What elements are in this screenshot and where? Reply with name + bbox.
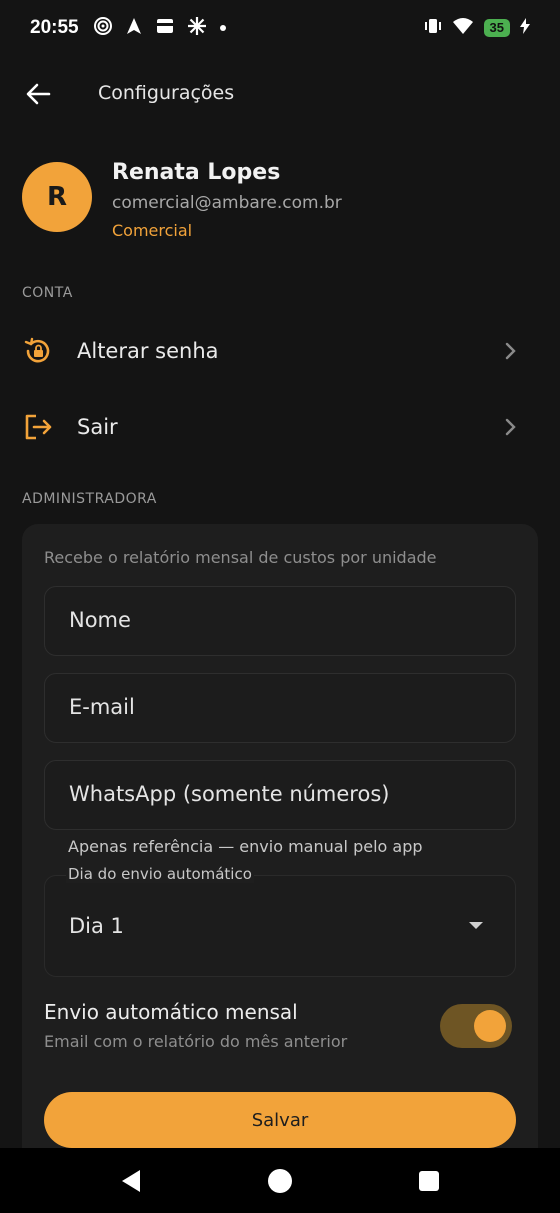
auto-send-toggle[interactable] bbox=[440, 1004, 512, 1048]
change-password-item[interactable]: Alterar senha bbox=[0, 316, 560, 386]
toggle-knob bbox=[474, 1010, 506, 1042]
arrow-left-icon bbox=[26, 83, 51, 105]
chevron-right-icon bbox=[500, 341, 520, 361]
system-nav-bar bbox=[0, 1148, 560, 1213]
sparkle-icon bbox=[187, 16, 207, 41]
battery-icon: 35 bbox=[483, 19, 510, 37]
auto-send-title: Envio automático mensal bbox=[44, 1000, 298, 1024]
nav-back-button[interactable] bbox=[118, 1168, 144, 1194]
chevron-right-icon bbox=[500, 417, 520, 437]
whatsapp-field[interactable]: WhatsApp (somente números) bbox=[44, 760, 516, 830]
send-day-value: Dia 1 bbox=[69, 914, 124, 938]
square-recents-icon bbox=[419, 1171, 439, 1191]
whatsapp-placeholder: WhatsApp (somente números) bbox=[69, 782, 390, 806]
email-placeholder: E-mail bbox=[69, 695, 135, 719]
profile-email: comercial@ambare.com.br bbox=[112, 193, 342, 213]
avatar: R bbox=[22, 162, 92, 232]
wireless-signal-icon bbox=[93, 16, 113, 41]
status-time: 20:55 bbox=[30, 17, 79, 38]
dropdown-arrow-icon bbox=[469, 922, 483, 929]
email-field[interactable]: E-mail bbox=[44, 673, 516, 743]
navigation-icon bbox=[125, 17, 143, 40]
circle-home-icon bbox=[268, 1169, 292, 1193]
status-icons-left bbox=[93, 16, 227, 41]
vibrate-icon bbox=[424, 17, 442, 40]
page-title: Configurações bbox=[98, 82, 235, 104]
profile-role: Comercial bbox=[112, 221, 193, 240]
nav-home-button[interactable] bbox=[267, 1168, 293, 1194]
change-password-label: Alterar senha bbox=[77, 339, 219, 363]
logout-item[interactable]: Sair bbox=[0, 392, 560, 462]
status-bar: 20:55 35 bbox=[0, 0, 560, 56]
section-label-conta: CONTA bbox=[22, 285, 73, 301]
send-day-dropdown[interactable]: Dia 1 bbox=[44, 875, 516, 977]
send-day-label: Dia do envio automático bbox=[66, 865, 254, 883]
app-bar: Configurações bbox=[0, 66, 560, 122]
auto-send-subtitle: Email com o relatório do mês anterior bbox=[44, 1032, 348, 1051]
nav-recents-button[interactable] bbox=[416, 1168, 442, 1194]
logout-label: Sair bbox=[77, 415, 118, 439]
profile-header: R Renata Lopes comercial@ambare.com.br C… bbox=[22, 160, 538, 250]
wifi-icon bbox=[452, 17, 474, 40]
name-field[interactable]: Nome bbox=[44, 586, 516, 656]
save-button[interactable]: Salvar bbox=[44, 1092, 516, 1148]
charging-icon bbox=[520, 17, 530, 39]
lock-reset-icon bbox=[22, 335, 54, 367]
card-icon bbox=[155, 17, 175, 40]
dot-icon bbox=[219, 19, 227, 37]
whatsapp-helper-text: Apenas referência — envio manual pelo ap… bbox=[68, 837, 423, 856]
admin-card: Recebe o relatório mensal de custos por … bbox=[22, 524, 538, 1164]
profile-name: Renata Lopes bbox=[112, 160, 281, 185]
section-label-administradora: ADMINISTRADORA bbox=[22, 491, 157, 507]
name-placeholder: Nome bbox=[69, 608, 131, 632]
logout-icon bbox=[22, 411, 54, 443]
back-button[interactable] bbox=[22, 78, 54, 110]
admin-hint: Recebe o relatório mensal de custos por … bbox=[44, 548, 437, 567]
status-icons-right: 35 bbox=[424, 17, 530, 40]
triangle-back-icon bbox=[122, 1170, 140, 1192]
